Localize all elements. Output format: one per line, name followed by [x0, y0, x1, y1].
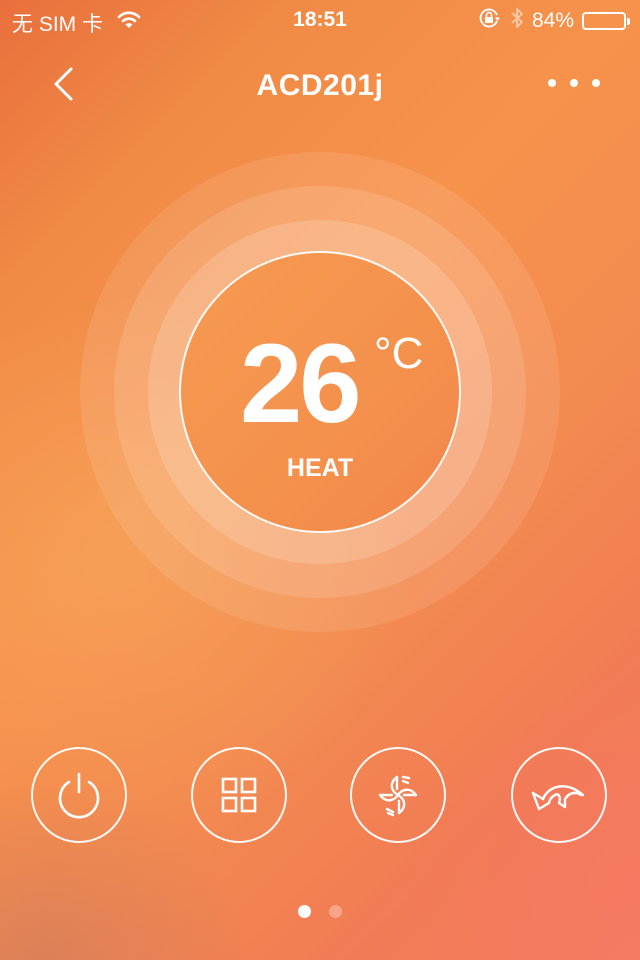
swing-arrow-icon [531, 785, 585, 811]
swing-button[interactable] [511, 747, 607, 843]
bluetooth-icon [510, 7, 524, 35]
temperature-unit: °C [374, 329, 424, 378]
status-right: 84% [478, 7, 630, 35]
mode-label: HEAT [286, 454, 354, 482]
grid-icon [221, 777, 257, 813]
mode-button[interactable] [191, 747, 287, 843]
device-title: ACD201j [256, 69, 384, 102]
battery-icon [582, 12, 630, 30]
power-button[interactable] [31, 747, 127, 843]
power-icon [58, 772, 100, 819]
fan-icon [378, 775, 418, 817]
more-dot [570, 79, 578, 87]
rotation-lock-icon [478, 7, 502, 35]
page-indicator [0, 905, 640, 918]
temperature-value: 26 [240, 321, 362, 446]
more-dot [592, 79, 600, 87]
fan-button[interactable] [350, 747, 446, 843]
status-bar: 无 SIM 卡 18:51 84% [0, 0, 640, 40]
page-dot-2[interactable] [329, 905, 342, 918]
battery-percent: 84% [531, 9, 574, 32]
temperature-display: 26 °C [240, 321, 440, 446]
control-bar [0, 747, 640, 845]
nav-bar: ACD201j [0, 56, 640, 116]
more-button[interactable] [548, 68, 600, 98]
page-dot-1[interactable] [298, 905, 311, 918]
more-dot [548, 79, 556, 87]
